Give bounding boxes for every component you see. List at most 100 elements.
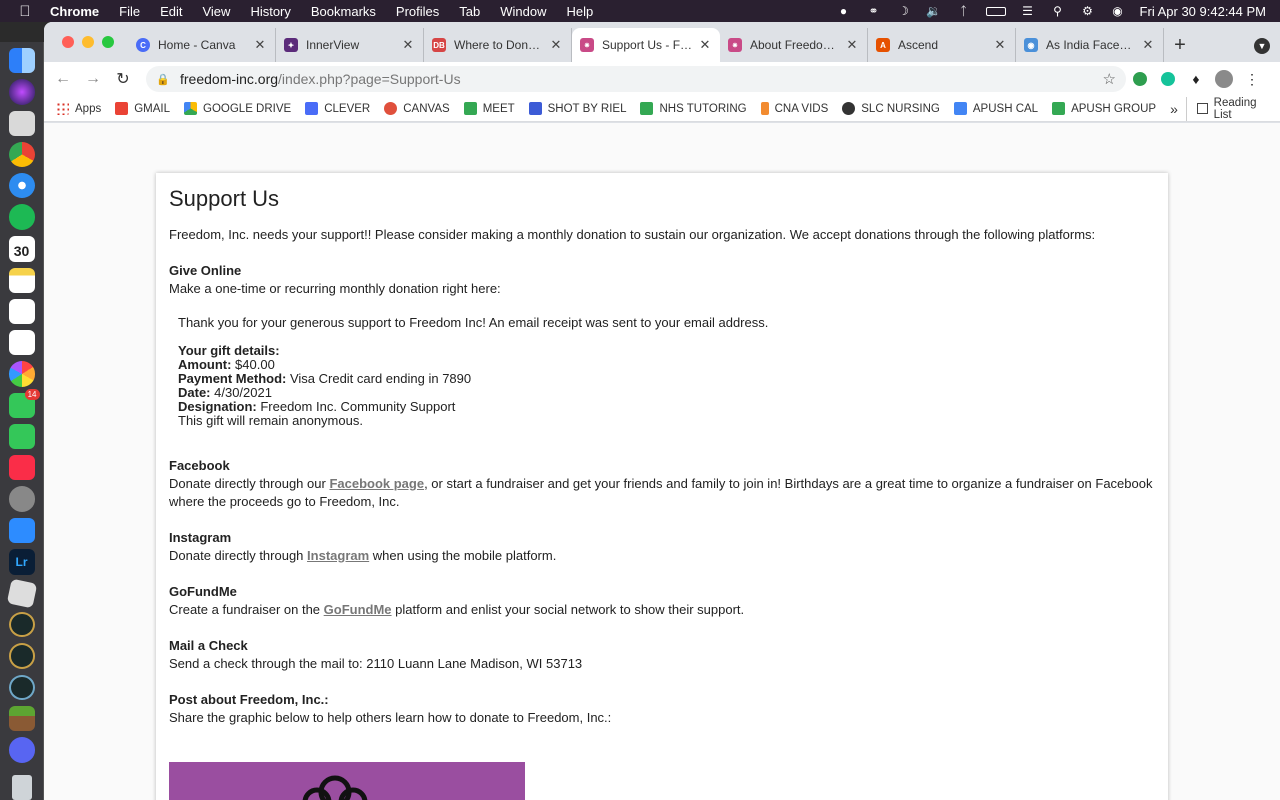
creative-cloud-icon[interactable]: ⚭ bbox=[866, 5, 882, 17]
reminders-icon[interactable] bbox=[8, 298, 35, 324]
tab-ascend[interactable]: A Ascend ✕ bbox=[868, 28, 1016, 62]
bookmark-canvas[interactable]: CANVAS bbox=[384, 102, 450, 115]
new-tab-button[interactable]: + bbox=[1164, 28, 1196, 62]
moon-icon[interactable]: ☽ bbox=[896, 5, 912, 17]
notes-icon[interactable] bbox=[8, 267, 35, 293]
volume-icon[interactable]: 🔉 bbox=[926, 5, 942, 17]
roblox-icon[interactable] bbox=[6, 578, 37, 609]
lock-icon[interactable]: 🔒 bbox=[156, 73, 170, 86]
spotify-icon[interactable] bbox=[8, 204, 35, 230]
menubar-clock[interactable]: Fri Apr 30 9:42:44 PM bbox=[1140, 4, 1266, 19]
spotlight-search-icon[interactable]: ⚲ bbox=[1050, 5, 1066, 17]
facebook-page-link[interactable]: Facebook page bbox=[329, 476, 424, 491]
reload-icon[interactable]: ↻ bbox=[108, 69, 138, 89]
bookmarks-overflow-icon[interactable]: » bbox=[1170, 101, 1178, 117]
finder-icon[interactable] bbox=[8, 48, 35, 74]
bookmark-shot-by-riel[interactable]: SHOT BY RIEL bbox=[528, 102, 626, 115]
tab-innerview[interactable]: ✦ InnerView ✕ bbox=[276, 28, 424, 62]
payment-method-label: Payment Method: bbox=[178, 371, 287, 386]
menu-bookmarks[interactable]: Bookmarks bbox=[301, 4, 386, 19]
safari-icon[interactable] bbox=[8, 173, 35, 199]
tab-search-icon[interactable]: ▼ bbox=[1254, 38, 1270, 54]
menu-tab[interactable]: Tab bbox=[449, 4, 490, 19]
siri-icon[interactable]: ◉ bbox=[1110, 5, 1126, 17]
facetime-icon[interactable] bbox=[8, 423, 35, 449]
bookmark-star-icon[interactable]: ☆ bbox=[1103, 70, 1116, 88]
bookmark-meet[interactable]: MEET bbox=[463, 102, 515, 115]
tab-close-icon[interactable]: ✕ bbox=[993, 37, 1007, 53]
menu-window[interactable]: Window bbox=[490, 4, 556, 19]
facebook-heading: Facebook bbox=[169, 458, 230, 473]
minecraft-icon[interactable] bbox=[8, 706, 35, 732]
bookmark-clever[interactable]: CLEVER bbox=[305, 102, 370, 115]
league-of-legends-icon-2[interactable] bbox=[8, 643, 35, 669]
menu-help[interactable]: Help bbox=[557, 4, 604, 19]
gofundme-link[interactable]: GoFundMe bbox=[324, 602, 392, 617]
trash-icon[interactable] bbox=[11, 774, 32, 800]
zoom-icon[interactable] bbox=[8, 517, 35, 543]
photos-icon[interactable] bbox=[8, 361, 35, 387]
bookmark-apush-cal[interactable]: APUSH CAL bbox=[953, 102, 1038, 115]
tab-close-icon[interactable]: ✕ bbox=[549, 37, 563, 53]
wifi-icon[interactable]: ☰ bbox=[1020, 5, 1036, 17]
bookmark-nhs-tutoring[interactable]: NHS TUTORING bbox=[640, 102, 747, 115]
close-window-button[interactable] bbox=[62, 36, 74, 48]
lightroom-icon[interactable]: Lr bbox=[8, 548, 35, 575]
minimize-window-button[interactable] bbox=[82, 36, 94, 48]
apple-menu-icon[interactable]:  bbox=[10, 3, 40, 20]
bookmark-cna-vids[interactable]: CNA VIDS bbox=[760, 102, 828, 115]
music-icon[interactable] bbox=[8, 455, 35, 481]
instagram-link[interactable]: Instagram bbox=[307, 548, 369, 563]
forward-icon[interactable]: → bbox=[78, 70, 108, 88]
pages-icon[interactable] bbox=[8, 330, 35, 356]
bookmark-apps[interactable]: Apps bbox=[56, 102, 101, 115]
extension-green-icon[interactable] bbox=[1126, 72, 1154, 86]
extensions-puzzle-icon[interactable]: ♦ bbox=[1182, 71, 1210, 87]
bookmark-slc-nursing[interactable]: SLC NURSING bbox=[842, 102, 940, 115]
tab-where-to-donate[interactable]: DB Where to Donate t ✕ bbox=[424, 28, 572, 62]
menu-history[interactable]: History bbox=[240, 4, 300, 19]
tab-india[interactable]: ◉ As India Faces Bru ✕ bbox=[1016, 28, 1164, 62]
url-host: freedom-inc.org bbox=[180, 71, 279, 87]
league-of-legends-icon[interactable] bbox=[8, 612, 35, 638]
bookmark-apush-group[interactable]: APUSH GROUP bbox=[1052, 102, 1156, 115]
record-icon[interactable]: ● bbox=[836, 5, 852, 17]
battery-icon[interactable] bbox=[985, 6, 1006, 16]
chrome-icon[interactable] bbox=[8, 141, 35, 167]
menu-profiles[interactable]: Profiles bbox=[386, 4, 449, 19]
discord-icon[interactable] bbox=[8, 737, 35, 763]
profile-avatar[interactable] bbox=[1210, 70, 1238, 88]
system-preferences-icon[interactable] bbox=[8, 486, 35, 512]
menu-app-name[interactable]: Chrome bbox=[40, 4, 109, 19]
tab-close-icon[interactable]: ✕ bbox=[698, 37, 712, 53]
tab-close-icon[interactable]: ✕ bbox=[253, 37, 267, 53]
siri-app-icon[interactable] bbox=[8, 79, 35, 105]
bluetooth-icon[interactable]: ᛏ bbox=[956, 5, 972, 17]
tab-home-canva[interactable]: C Home - Canva ✕ bbox=[128, 28, 276, 62]
tab-close-icon[interactable]: ✕ bbox=[845, 37, 859, 53]
url-path: /index.php?page=Support-Us bbox=[278, 71, 461, 87]
calendar-icon[interactable]: 30 bbox=[8, 235, 35, 262]
post-heading: Post about Freedom, Inc.: bbox=[169, 692, 329, 707]
bookmark-google-drive[interactable]: GOOGLE DRIVE bbox=[184, 102, 291, 115]
back-icon[interactable]: ← bbox=[48, 70, 78, 88]
zoom-window-button[interactable] bbox=[102, 36, 114, 48]
lightroom-label: Lr bbox=[15, 554, 28, 569]
menu-edit[interactable]: Edit bbox=[150, 4, 192, 19]
menu-view[interactable]: View bbox=[192, 4, 240, 19]
tab-about-freedom[interactable]: ⁕ About Freedom Inc ✕ bbox=[720, 28, 868, 62]
reading-list-button[interactable]: Reading List bbox=[1185, 96, 1270, 121]
chrome-menu-icon[interactable]: ⋮ bbox=[1238, 71, 1266, 88]
extension-grammarly-icon[interactable] bbox=[1154, 72, 1182, 86]
control-center-icon[interactable]: ⚙ bbox=[1080, 5, 1096, 17]
tab-title: Ascend bbox=[898, 38, 939, 52]
address-bar[interactable]: 🔒 freedom-inc.org/index.php?page=Support… bbox=[146, 66, 1126, 92]
league-of-legends-icon-3[interactable] bbox=[8, 674, 35, 701]
launchpad-icon[interactable] bbox=[8, 110, 35, 136]
bookmark-gmail[interactable]: GMAIL bbox=[115, 102, 170, 115]
messages-icon[interactable]: 14 bbox=[8, 388, 40, 418]
tab-close-icon[interactable]: ✕ bbox=[401, 37, 415, 53]
tab-close-icon[interactable]: ✕ bbox=[1141, 37, 1155, 53]
tab-support-us[interactable]: ⁕ Support Us - Free ✕ bbox=[572, 28, 720, 62]
menu-file[interactable]: File bbox=[109, 4, 150, 19]
